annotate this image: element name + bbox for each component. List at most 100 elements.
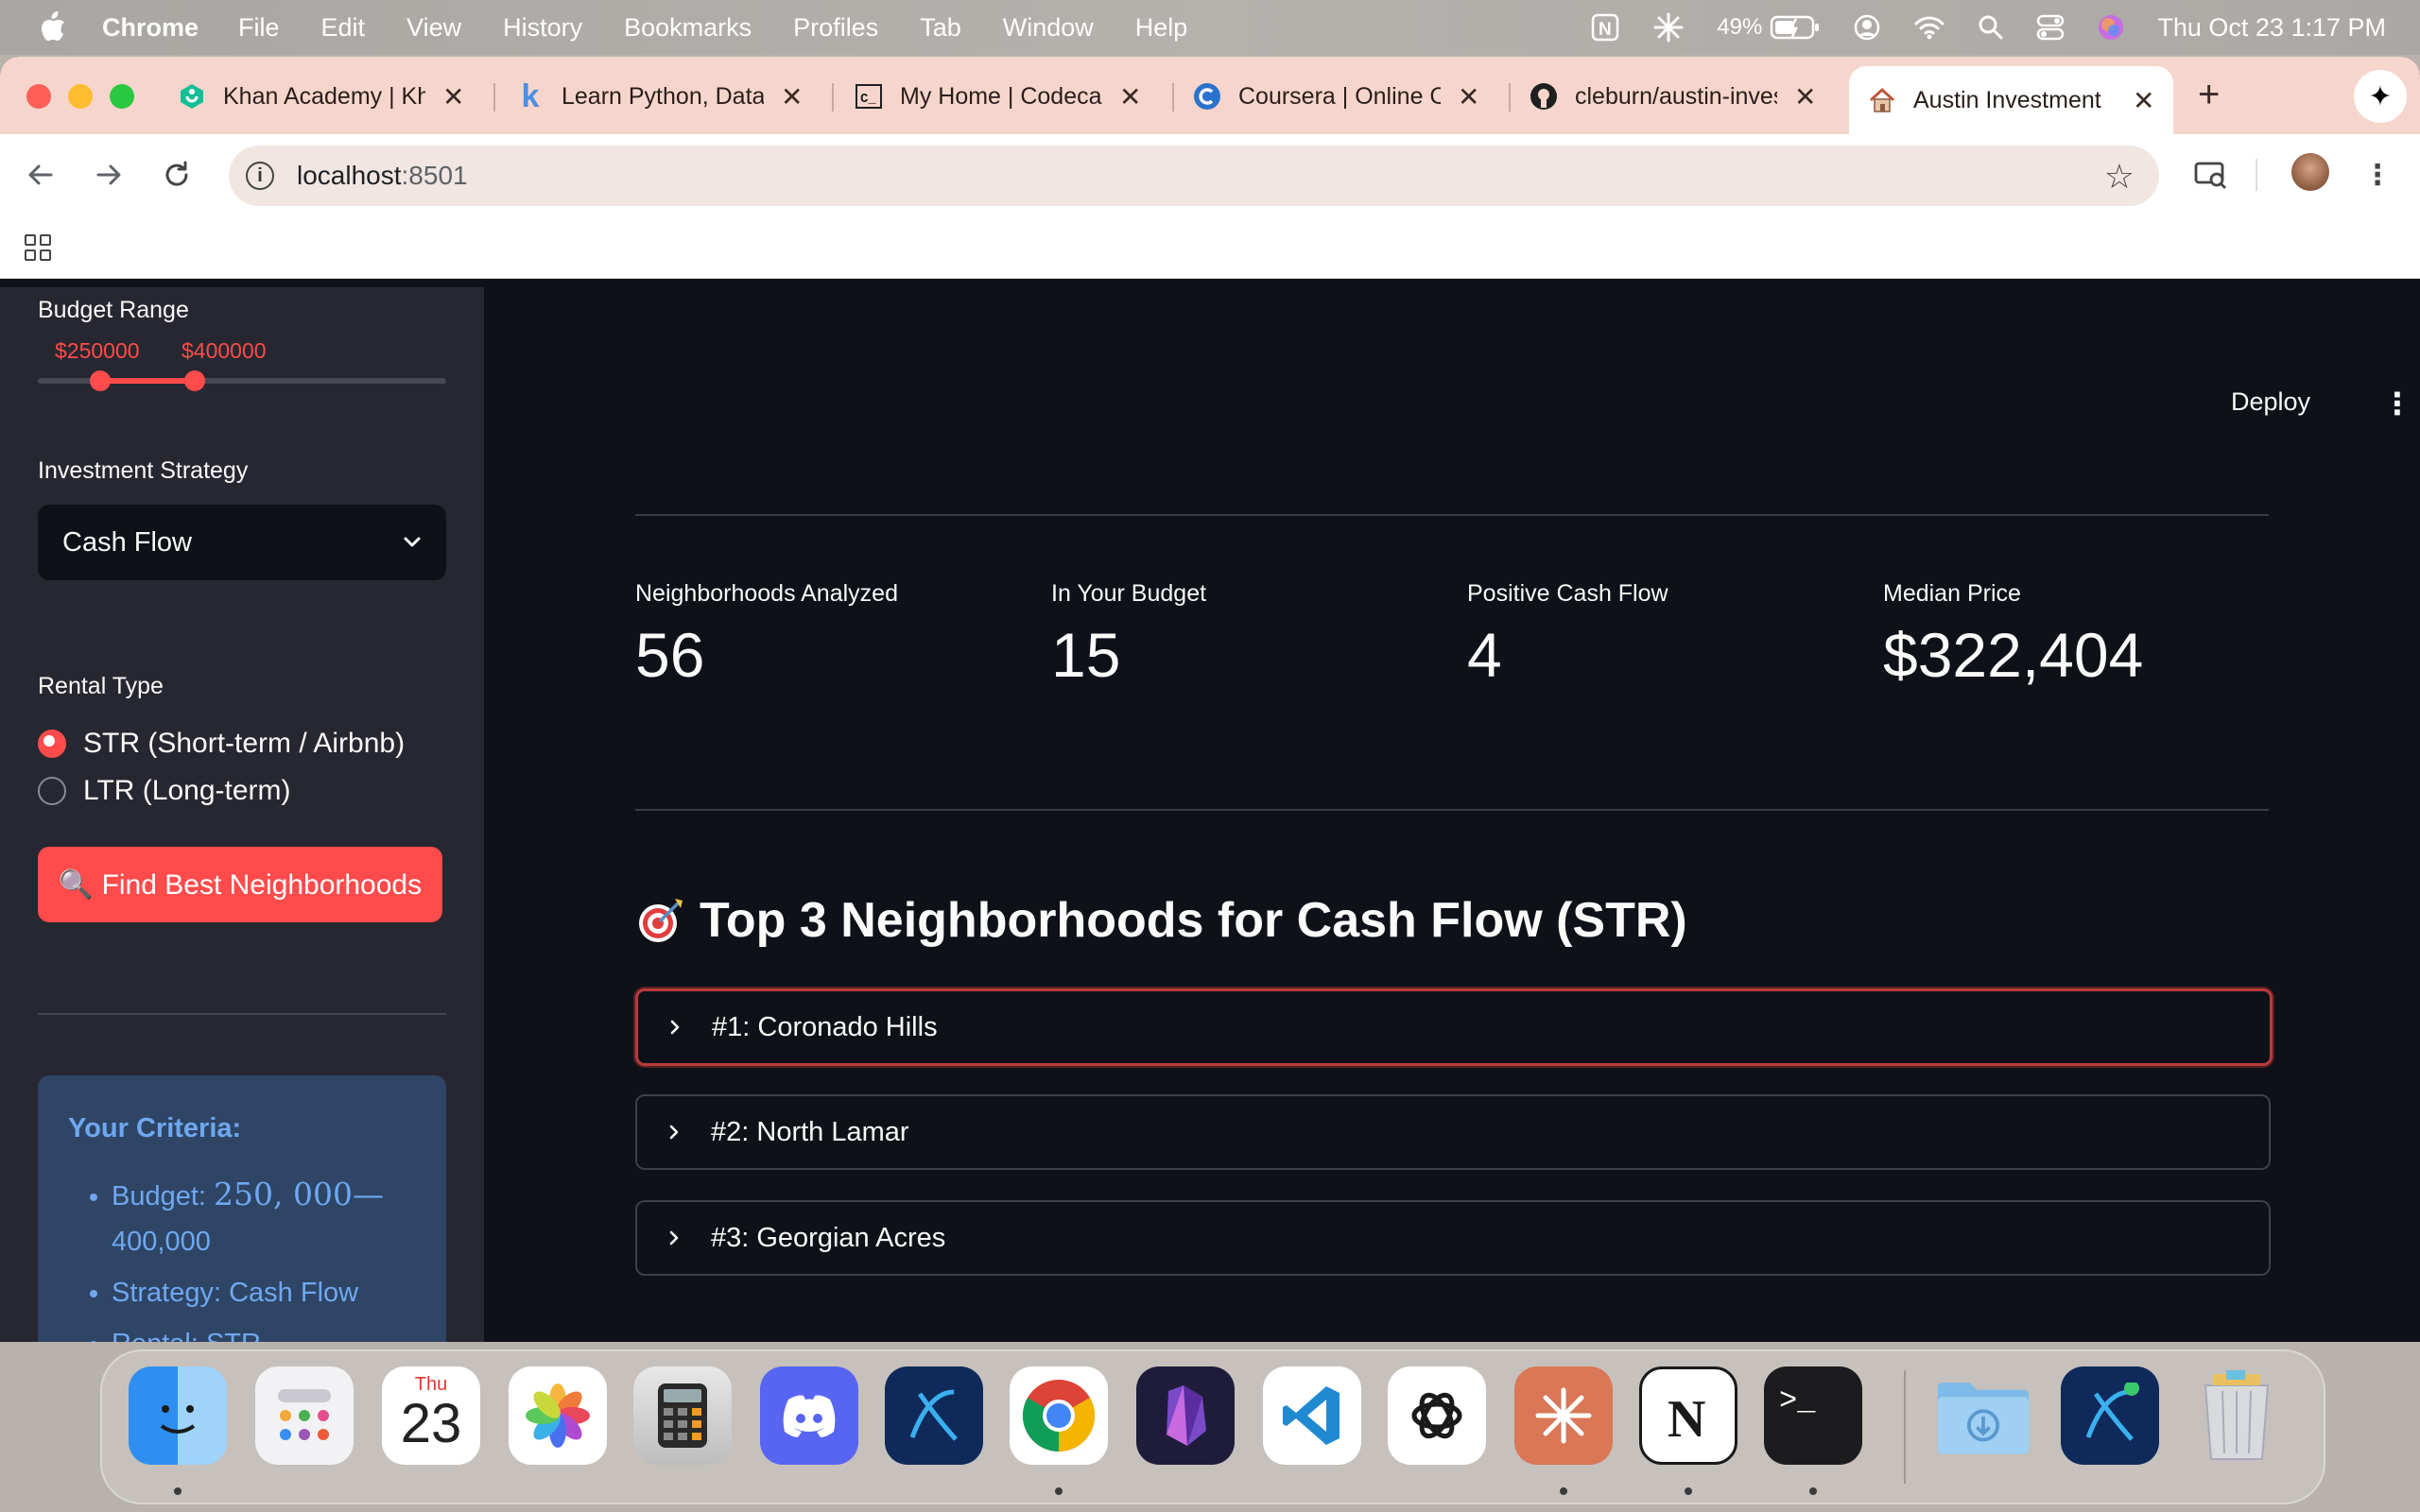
terminal-icon[interactable]: >_ [1764,1366,1862,1465]
find-best-neighborhoods-button[interactable]: 🔍 Find Best Neighborhoods [38,847,442,922]
macos-menubar: Chrome File Edit View History Bookmarks … [0,0,2420,55]
result-expander-2[interactable]: #2: North Lamar [635,1094,2271,1170]
trash-icon[interactable] [2187,1366,2286,1465]
browser-toolbar: i localhost:8501 ☆ ⋮ [0,134,2420,217]
svg-text:C_: C_ [860,92,876,107]
discord-icon[interactable] [760,1366,858,1465]
launchpad-icon[interactable] [255,1366,354,1465]
tab-close-icon[interactable]: ✕ [2133,85,2154,116]
menu-help[interactable]: Help [1135,13,1188,43]
app-obsidian-icon[interactable] [1136,1366,1235,1465]
tab-title: cleburn/austin-investment [1575,82,1777,110]
budget-slider-max-handle[interactable] [184,370,205,391]
budget-max-value: $400000 [182,338,267,363]
radio-unselected-icon[interactable] [38,777,66,805]
site-info-icon[interactable]: i [246,162,274,190]
criteria-budget-math: 250, 000— [214,1176,384,1212]
budget-slider-min-handle[interactable] [90,370,111,391]
gemini-sparkle-icon[interactable]: ✦ [2354,70,2407,123]
profile-avatar[interactable] [2291,153,2329,191]
rental-type-label: Rental Type [38,673,164,699]
zoom-window-button[interactable] [110,84,134,109]
chevron-down-icon [404,537,421,547]
tab-close-icon[interactable]: ✕ [1119,81,1141,112]
user-account-icon[interactable] [1853,13,1881,42]
claude-icon[interactable] [1514,1366,1613,1465]
photos-icon[interactable] [509,1366,607,1465]
finder-icon[interactable] [129,1366,227,1465]
chatgpt-icon[interactable] [1388,1366,1486,1465]
results-title: Top 3 Neighborhoods for Cash Flow (STR) [700,893,1687,948]
menu-history[interactable]: History [503,13,582,43]
rental-option-ltr[interactable]: LTR (Long-term) [38,775,291,807]
strategy-select-value: Cash Flow [62,526,192,558]
tab-close-icon[interactable]: ✕ [1794,81,1816,112]
wifi-icon[interactable] [1913,14,1945,41]
control-center-icon[interactable] [2036,14,2065,41]
khan-academy-icon [178,82,206,111]
apple-menu-icon[interactable] [40,11,66,42]
menu-bookmarks[interactable]: Bookmarks [624,13,752,43]
forward-button[interactable] [85,151,132,198]
notion-status-icon[interactable]: N [1590,12,1620,43]
claude-status-icon[interactable] [1652,11,1685,43]
criteria-strategy: Strategy: Cash Flow [112,1270,433,1315]
address-url[interactable]: localhost:8501 [297,161,468,191]
google-lens-icon[interactable] [2187,151,2235,198]
results-heading: Top 3 Neighborhoods for Cash Flow (STR) [635,892,1687,949]
tab-title: Khan Academy | Khan [223,82,425,110]
menu-file[interactable]: File [238,13,280,43]
tab-learn-python[interactable]: k Learn Python, Data ✕ [516,70,804,123]
menubar-clock[interactable]: Thu Oct 23 1:17 PM [2157,13,2386,43]
menu-window[interactable]: Window [1003,13,1094,43]
close-window-button[interactable] [26,84,51,109]
back-button[interactable] [17,151,64,198]
menu-app-name[interactable]: Chrome [102,13,199,43]
sidebar: Budget Range $250000 $400000 Investment … [0,287,484,1342]
criteria-budget: Budget: 250, 000—400,000 [112,1172,433,1264]
chrome-window: Khan Academy | Khan ✕ k Learn Python, Da… [0,57,2420,1342]
coursera-icon [1193,82,1221,111]
bookmark-star-icon[interactable]: ☆ [2104,157,2135,197]
new-tab-button[interactable]: + [2198,74,2220,116]
radio-selected-icon[interactable] [38,730,66,758]
more-menu-icon[interactable]: ⋮ [2354,151,2401,198]
running-indicator [1560,1487,1567,1495]
rental-option-str[interactable]: STR (Short-term / Airbnb) [38,728,405,760]
siri-icon[interactable] [2097,13,2125,42]
tab-close-icon[interactable]: ✕ [781,81,803,112]
address-bar[interactable]: i localhost:8501 ☆ [229,146,2159,206]
running-indicator [174,1487,182,1495]
terminal-prompt-icon: >_ [1779,1383,1816,1418]
tab-austin-investment[interactable]: Austin Investment ✕ [1849,66,2174,134]
reload-button[interactable] [153,151,200,198]
menu-edit[interactable]: Edit [321,13,366,43]
calendar-icon[interactable]: Thu 23 [382,1366,480,1465]
spotlight-search-icon[interactable] [1978,14,2004,41]
vscode-icon[interactable] [1263,1366,1361,1465]
downloads-folder-icon[interactable] [1934,1366,2032,1465]
result-expander-1[interactable]: #1: Coronado Hills [635,988,2273,1066]
app-x-icon[interactable] [885,1366,983,1465]
tab-coursera[interactable]: Coursera | Online Courses ✕ [1193,70,1479,123]
battery-icon[interactable] [1770,14,1821,41]
apps-grid-icon[interactable] [25,234,51,261]
criteria-list: Budget: 250, 000—400,000 Strategy: Cash … [68,1172,433,1342]
menu-profiles[interactable]: Profiles [793,13,878,43]
main-menu-icon[interactable]: ⋮ [2378,386,2416,423]
menu-tab[interactable]: Tab [920,13,961,43]
tab-github[interactable]: cleburn/austin-investment ✕ [1530,70,1816,123]
notion-icon[interactable]: N [1639,1366,1737,1465]
minimize-window-button[interactable] [68,84,93,109]
result-expander-3[interactable]: #3: Georgian Acres [635,1200,2271,1276]
menu-view[interactable]: View [406,13,461,43]
calculator-icon[interactable] [633,1366,732,1465]
tab-khan-academy[interactable]: Khan Academy | Khan ✕ [178,70,464,123]
tab-codecademy[interactable]: C_ My Home | Codecademy ✕ [855,70,1141,123]
app-x2-icon[interactable] [2061,1366,2159,1465]
deploy-button[interactable]: Deploy [2231,387,2310,417]
chrome-icon[interactable] [1010,1366,1108,1465]
tab-close-icon[interactable]: ✕ [1458,81,1479,112]
tab-close-icon[interactable]: ✕ [442,81,464,112]
strategy-select[interactable]: Cash Flow [38,505,446,580]
